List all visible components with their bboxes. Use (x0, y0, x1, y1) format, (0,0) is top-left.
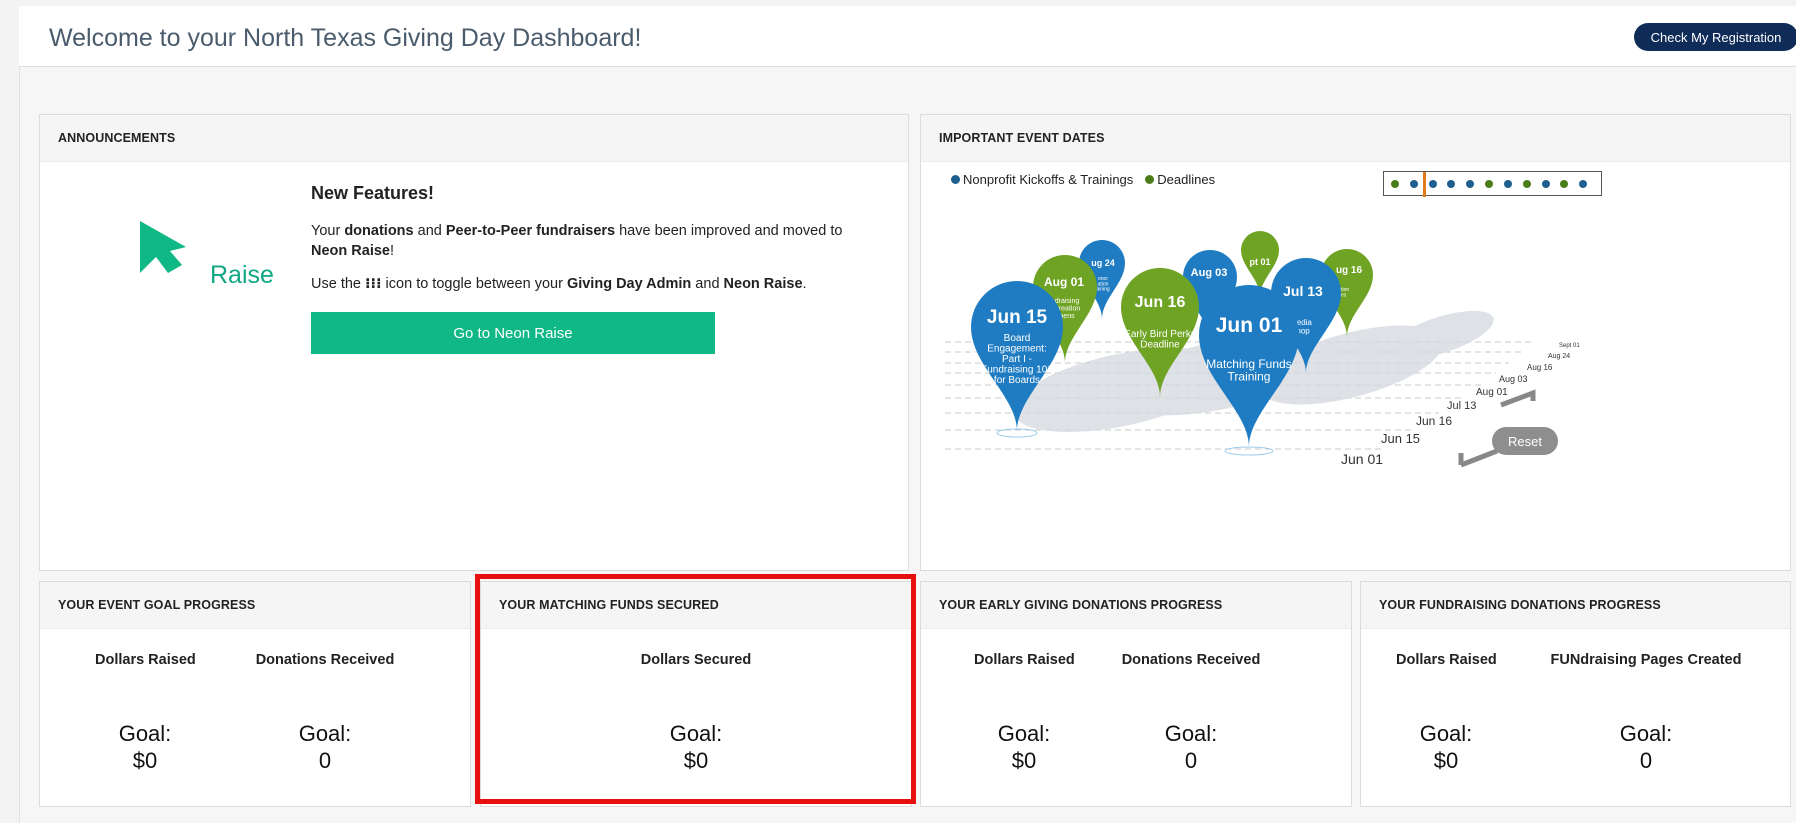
reset-button[interactable]: Reset (1492, 427, 1558, 455)
raise-logo-text: Raise (210, 261, 274, 289)
goal-value: Goal: 0 (1164, 721, 1218, 773)
stat-label: Donations Received (1121, 652, 1261, 668)
pin-jul13-date: Jul 13 (1283, 283, 1323, 299)
pin-jun01-date: Jun 01 (1216, 314, 1283, 337)
pin-sep01-date: pt 01 (1249, 257, 1270, 267)
stat-label: Dollars Raised (95, 652, 196, 668)
axis-label: Aug 01 (1476, 387, 1508, 398)
axis-label: Aug 16 (1527, 363, 1553, 372)
pin-aug01-date: Aug 01 (1044, 275, 1084, 289)
goal-value: Goal: $0 (997, 721, 1051, 773)
fundraising-heading: YOUR FUNDRAISING DONATIONS PROGRESS (1361, 582, 1790, 629)
pin-aug16-date: ug 16 (1336, 265, 1363, 276)
stat-label: FUNdraising Pages Created (1550, 652, 1742, 668)
matching-funds-panel: YOUR MATCHING FUNDS SECURED Dollars Secu… (480, 581, 912, 807)
pin-jun16-date: Jun 16 (1135, 294, 1186, 311)
pin-jun15-date: Jun 15 (987, 307, 1048, 328)
goal-value: Goal: 0 (298, 721, 352, 773)
stat-label: Dollars Secured (640, 652, 752, 668)
go-to-neon-raise-button[interactable]: Go to Neon Raise (311, 312, 715, 354)
announcement-paragraph-2: Use the ⁝⁝⁝ icon to toggle between your … (311, 276, 807, 292)
axis-label: Jun 01 (1341, 451, 1383, 467)
matching-funds-heading: YOUR MATCHING FUNDS SECURED (481, 582, 911, 629)
page-title: Welcome to your North Texas Giving Day D… (49, 24, 642, 52)
pin-jun16-label: Early Bird Perks Deadline (1124, 329, 1196, 351)
announcements-panel: ANNOUNCEMENTS Raise New Features! Your d… (39, 114, 909, 571)
stat-label: Dollars Raised (974, 652, 1075, 668)
event-dates-panel: IMPORTANT EVENT DATES Nonprofit Kickoffs… (920, 114, 1791, 571)
pin-aug24-label: onor ation aining (1096, 276, 1110, 293)
goal-value: Goal: $0 (669, 721, 723, 773)
apps-grid-icon: ⁝⁝⁝ (365, 276, 382, 292)
check-registration-button[interactable]: Check My Registration (1634, 23, 1796, 51)
pin-aug24-date: ug 24 (1091, 258, 1115, 268)
fundraising-panel: YOUR FUNDRAISING DONATIONS PROGRESS Doll… (1360, 581, 1791, 807)
top-bar: Welcome to your North Texas Giving Day D… (19, 6, 1796, 67)
announcements-heading: ANNOUNCEMENTS (40, 115, 908, 162)
goal-value: Goal: $0 (118, 721, 172, 773)
axis-label: Aug 24 (1548, 353, 1570, 360)
axis-label: Sept 01 (1559, 343, 1580, 349)
axis-label: Jun 16 (1416, 414, 1452, 428)
rotate-handle-bottom-icon[interactable] (1458, 448, 1498, 468)
goal-value: Goal: 0 (1619, 721, 1673, 773)
axis-label: Aug 03 (1499, 374, 1528, 384)
event-goal-panel: YOUR EVENT GOAL PROGRESS Dollars Raised … (39, 581, 471, 807)
pin-jun01[interactable]: Jun 01 Matching Funds Training (1199, 285, 1299, 456)
announcement-paragraph-1: Your donations and Peer-to-Peer fundrais… (311, 223, 843, 259)
event-dates-visualization: pt 01 ug 24 onor ation aining ug 16 strati… (945, 231, 1580, 468)
axis-label: Jun 15 (1381, 431, 1420, 446)
event-goal-heading: YOUR EVENT GOAL PROGRESS (40, 582, 470, 629)
early-giving-heading: YOUR EARLY GIVING DONATIONS PROGRESS (921, 582, 1351, 629)
stat-label: Donations Received (255, 652, 395, 668)
axis-label: Jul 13 (1447, 400, 1476, 412)
pin-aug03-date: Aug 03 (1191, 267, 1228, 279)
stat-label: Dollars Raised (1396, 652, 1497, 668)
announcement-title: New Features! (311, 183, 435, 203)
goal-value: Goal: $0 (1419, 721, 1473, 773)
early-giving-panel: YOUR EARLY GIVING DONATIONS PROGRESS Dol… (920, 581, 1352, 807)
